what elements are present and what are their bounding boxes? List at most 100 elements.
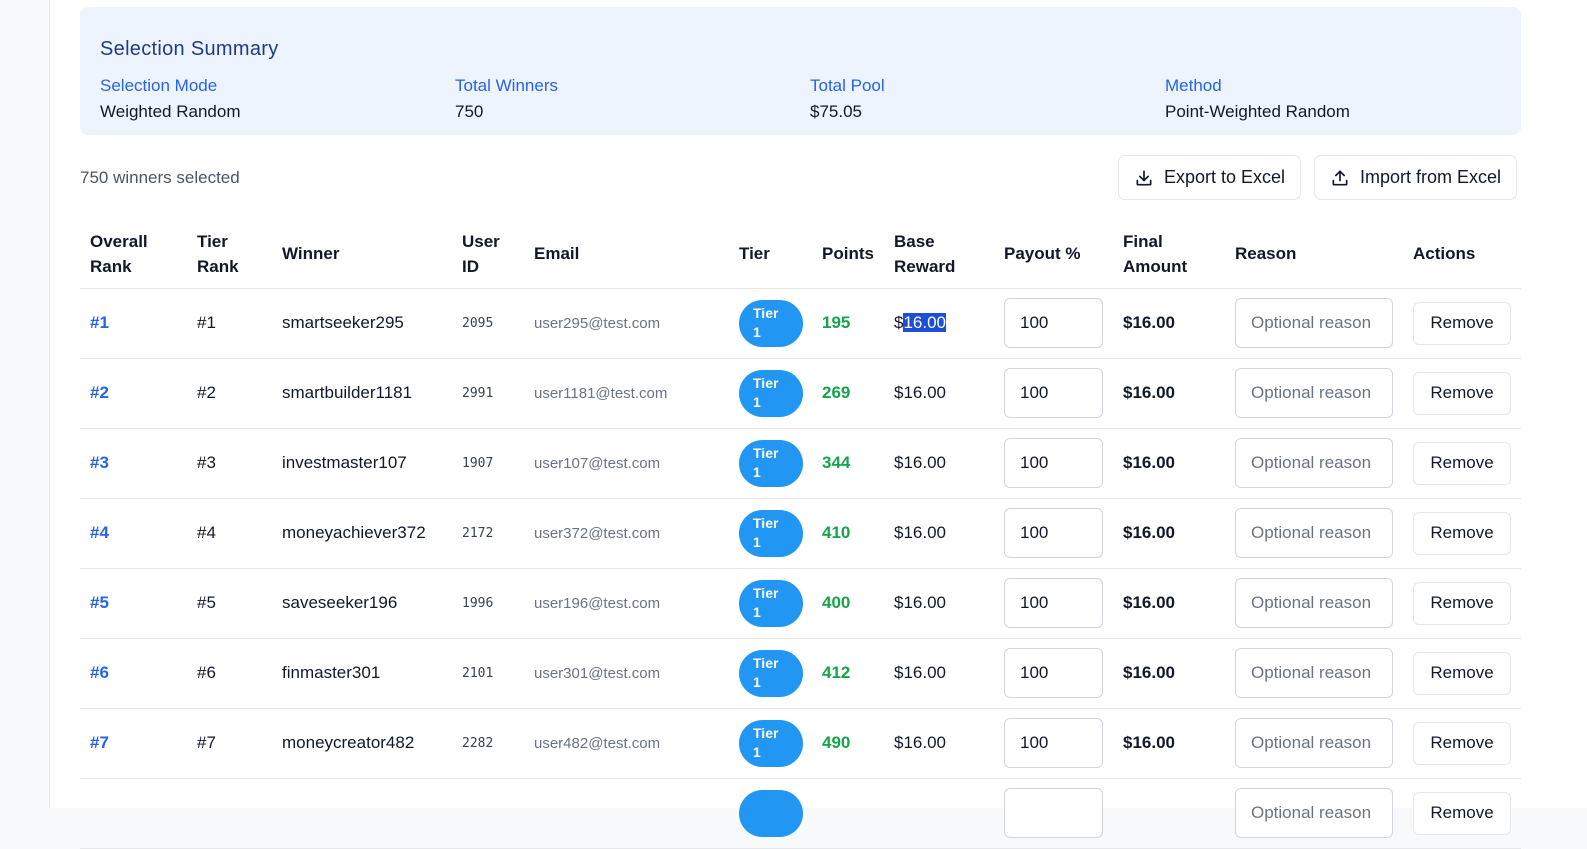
remove-button[interactable]: Remove [1413,301,1511,345]
tier-rank: #5 [187,568,272,639]
tier-rank: #7 [187,708,272,779]
reason-input[interactable] [1235,508,1393,558]
table-row: #5 #5 saveseeker196 1996 user196@test.com Tie… [80,568,1521,639]
overall-rank-link[interactable]: #2 [80,358,187,429]
winner-name: finmaster301 [272,638,452,709]
payout-percent-input[interactable] [1004,578,1103,628]
remove-button[interactable]: Remove [1413,791,1511,835]
reason-input[interactable] [1235,788,1393,838]
payout-percent-input[interactable] [1004,508,1103,558]
header-final-amount[interactable]: Final Amount [1113,220,1225,289]
header-tier-rank[interactable]: Tier Rank [187,220,272,289]
winner-name: moneycreator482 [272,708,452,779]
tier-rank: #1 [187,288,272,359]
points: 400 [812,568,884,639]
header-winner[interactable]: Winner [272,220,452,289]
base-reward: $16.00 [884,288,994,359]
tier-badge: Tier 1 [739,369,803,417]
reason-cell [1225,288,1403,359]
header-payout[interactable]: Payout % [994,220,1113,289]
overall-rank-link[interactable]: #4 [80,498,187,569]
final-amount: $16.00 [1113,498,1225,569]
header-user-id[interactable]: User ID [452,220,524,289]
table-header-row: Overall Rank Tier Rank Winner User ID Email… [80,220,1521,289]
tier-cell [729,778,812,849]
import-from-excel-button[interactable]: Import from Excel [1314,155,1518,200]
payout-cell [994,428,1113,499]
reason-input[interactable] [1235,718,1393,768]
user-id [452,778,524,849]
reason-input[interactable] [1235,438,1393,488]
stat-label: Selection Mode [100,76,218,95]
payout-cell [994,778,1113,849]
points: 410 [812,498,884,569]
tier-cell: Tier 1 [729,498,812,569]
payout-cell [994,638,1113,709]
user-id: 2282 [452,708,524,779]
reason-cell [1225,358,1403,429]
overall-rank-link[interactable]: #5 [80,568,187,639]
header-email[interactable]: Email [524,220,729,289]
header-base-reward[interactable]: Base Reward [884,220,994,289]
remove-button[interactable]: Remove [1413,511,1511,555]
remove-button[interactable]: Remove [1413,441,1511,485]
user-id: 2095 [452,288,524,359]
reason-input[interactable] [1235,298,1393,348]
final-amount: $16.00 [1113,288,1225,359]
base-reward-amount: 16.00 [903,663,947,682]
winners-count: 750 winners selected [80,168,240,187]
remove-button[interactable]: Remove [1413,721,1511,765]
base-reward-amount: 16.00 [903,523,947,542]
header-points[interactable]: Points [812,220,884,289]
actions-cell: Remove [1403,428,1521,499]
remove-button[interactable]: Remove [1413,651,1511,695]
payout-percent-input[interactable] [1004,788,1103,838]
stat-value: Weighted Random [100,102,241,121]
tier-cell: Tier 1 [729,428,812,499]
remove-button[interactable]: Remove [1413,581,1511,625]
overall-rank-link[interactable]: #1 [80,288,187,359]
reason-cell [1225,778,1403,849]
payout-percent-input[interactable] [1004,648,1103,698]
tier-badge: Tier 1 [739,579,803,627]
remove-button[interactable]: Remove [1413,371,1511,415]
payout-percent-input[interactable] [1004,438,1103,488]
header-tier[interactable]: Tier [729,220,812,289]
base-reward-amount: 16.00 [903,383,947,402]
download-icon [1136,170,1152,185]
export-to-excel-button[interactable]: Export to Excel [1118,155,1302,200]
user-id: 2172 [452,498,524,569]
reason-cell [1225,708,1403,779]
base-reward: $16.00 [884,638,994,709]
overall-rank-link[interactable]: #7 [80,708,187,779]
user-id: 1907 [452,428,524,499]
table-row: #1 #1 smartseeker295 2095 user295@test.com Ti… [80,288,1521,359]
tier-rank: #2 [187,358,272,429]
payout-percent-input[interactable] [1004,718,1103,768]
reason-input[interactable] [1235,648,1393,698]
tier-badge: Tier 1 [739,509,803,557]
overall-rank-link[interactable]: #6 [80,638,187,709]
overall-rank-link[interactable] [80,778,187,849]
payout-cell [994,568,1113,639]
tier-badge: Tier 1 [739,649,803,697]
email: user372@test.com [524,498,729,569]
header-overall-rank[interactable]: Overall Rank [80,220,187,289]
overall-rank-link[interactable]: #3 [80,428,187,499]
winner-name: investmaster107 [272,428,452,499]
payout-percent-input[interactable] [1004,368,1103,418]
stat-total-winners: Total Winners 750 [455,76,558,122]
payout-percent-input[interactable] [1004,298,1103,348]
tier-badge [739,789,803,837]
reason-input[interactable] [1235,578,1393,628]
table-row: #7 #7 moneycreator482 2282 user482@test.com T… [80,708,1521,779]
table-row: Remove [80,778,1521,849]
actions-cell: Remove [1403,708,1521,779]
reason-input[interactable] [1235,368,1393,418]
stat-value: 750 [455,102,484,121]
upload-icon [1332,170,1348,185]
final-amount: $16.00 [1113,708,1225,779]
points: 344 [812,428,884,499]
tier-cell: Tier 1 [729,568,812,639]
base-reward: $16.00 [884,428,994,499]
